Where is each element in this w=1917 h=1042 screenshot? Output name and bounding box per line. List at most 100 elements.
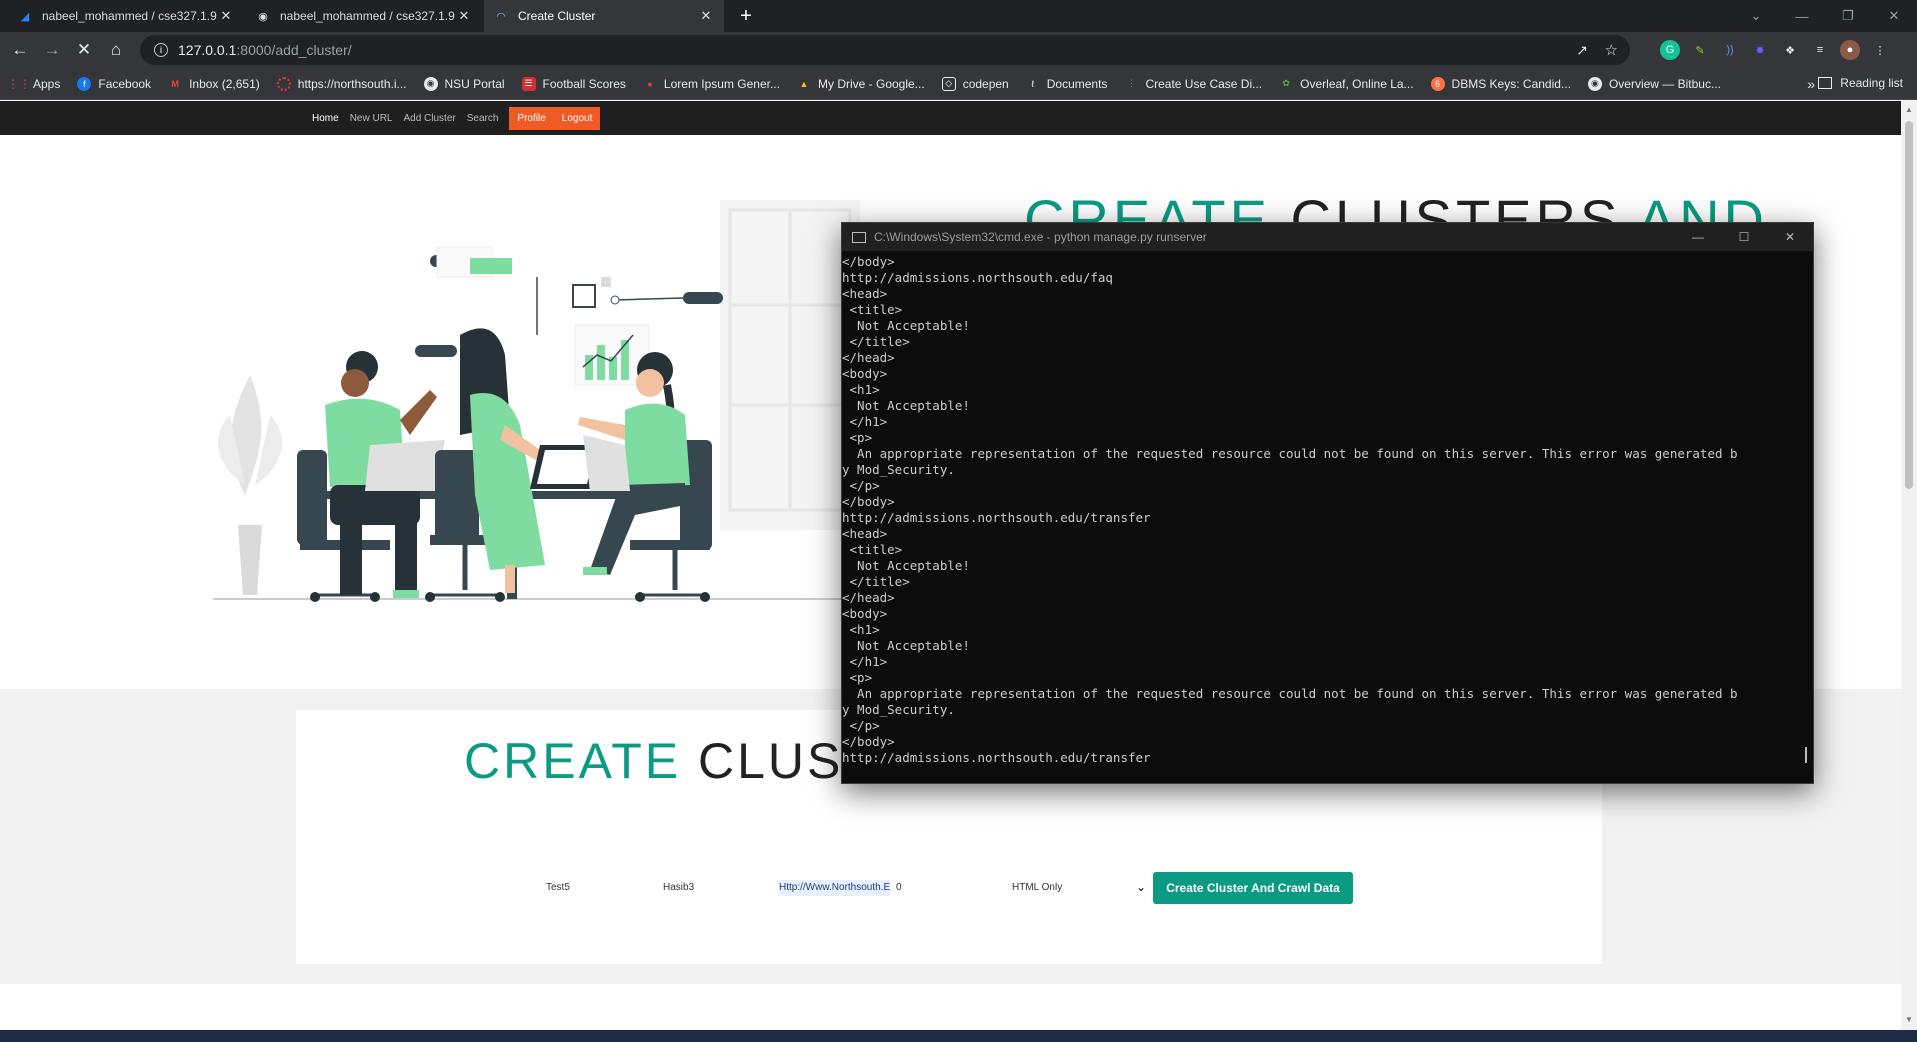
bookmark-label: My Drive - Google... (817, 76, 925, 91)
bookmark-documents[interactable]: ℓ Documents (1026, 76, 1108, 91)
gear-extension-icon[interactable]: ✸ (1750, 40, 1770, 60)
northsouth-icon (276, 76, 291, 91)
bookmark-label: Inbox (2,651) (189, 76, 260, 91)
nav-home-link[interactable]: Home (312, 113, 339, 124)
browser-toolbar: ← → ✕ ⌂ i 127.0.0.1:8000/add_cluster/ ↗ … (0, 32, 1917, 68)
new-tab-button[interactable]: + (733, 0, 759, 32)
tab-title: Create Cluster (518, 9, 596, 23)
cmd-window[interactable]: C:\Windows\System32\cmd.exe - python man… (841, 222, 1814, 784)
share-icon[interactable]: ↗ (1576, 42, 1588, 59)
reading-list-label: Reading list (1840, 76, 1903, 90)
bookmark-inbox[interactable]: M Inbox (2,651) (168, 76, 260, 91)
bookmark-drive[interactable]: ▲ My Drive - Google... (797, 77, 925, 91)
close-tab-icon[interactable]: ✕ (218, 8, 234, 24)
bookmark-usecase[interactable]: ⋮ Create Use Case Di... (1124, 77, 1262, 91)
media-control-icon[interactable]: ≡ (1810, 40, 1830, 60)
scroll-down-icon[interactable]: ▼ (1905, 1015, 1913, 1024)
url-input-selected-text[interactable]: Http://Www.Northsouth.E (779, 880, 891, 896)
url-input-trailing-text[interactable]: 0 (896, 880, 902, 896)
bookmark-apps[interactable]: ⋮⋮ Apps (7, 76, 60, 91)
pen-extension-icon[interactable]: ✎ (1690, 40, 1710, 60)
minimize-icon[interactable]: — (1779, 0, 1825, 32)
globe-icon: ◉ (423, 76, 438, 91)
bookmark-nsu-portal[interactable]: ◉ NSU Portal (423, 76, 505, 91)
restore-icon[interactable]: ❐ (1825, 0, 1871, 32)
scrollbar-thumb[interactable] (1905, 121, 1913, 489)
page-scrollbar[interactable]: ▲ ▼ (1901, 101, 1917, 1030)
bookmark-star-icon[interactable]: ☆ (1605, 41, 1618, 59)
scroll-up-icon[interactable]: ▲ (1905, 105, 1913, 114)
bookmark-dbms[interactable]: 6 DBMS Keys: Candid... (1430, 76, 1571, 91)
cmd-output-area[interactable]: </body> http://admissions.northsouth.edu… (842, 251, 1802, 783)
close-tab-icon[interactable]: ✕ (698, 8, 714, 24)
create-cluster-button[interactable]: Create Cluster And Crawl Data (1153, 872, 1353, 904)
home-icon[interactable]: ⌂ (104, 38, 128, 62)
nav-add-cluster-link[interactable]: Add Cluster (403, 113, 455, 124)
crawl-mode-select[interactable]: HTML Only ⌄ (1012, 874, 1146, 900)
loading-spinner-icon: ◠ (496, 10, 506, 23)
more-bookmarks-icon[interactable]: » (1807, 76, 1815, 92)
minimize-icon[interactable]: — (1675, 223, 1721, 251)
globe-icon: ◉ (1587, 76, 1602, 91)
nav-new-url-link[interactable]: New URL (350, 113, 393, 124)
address-bar[interactable]: i 127.0.0.1:8000/add_cluster/ ↗ ☆ (140, 35, 1630, 65)
bookmarks-bar: ⋮⋮ Apps f Facebook M Inbox (2,651) https://… (0, 68, 1917, 100)
menu-kebab-icon[interactable]: ⋮ (1870, 40, 1890, 60)
nav-search-link[interactable]: Search (467, 113, 499, 124)
reading-list-button[interactable]: Reading list (1818, 76, 1903, 90)
stop-loading-icon[interactable]: ✕ (72, 38, 96, 62)
extensions-puzzle-icon[interactable]: ❖ (1780, 40, 1800, 60)
apps-grid-icon: ⋮⋮ (7, 76, 31, 91)
close-window-icon[interactable]: ✕ (1871, 0, 1917, 32)
close-tab-icon[interactable]: ✕ (456, 8, 472, 24)
bookmark-overleaf[interactable]: ✿ Overleaf, Online La... (1279, 77, 1413, 91)
bookmark-football[interactable]: ☰ Football Scores (521, 76, 626, 91)
bookmark-label: NSU Portal (444, 76, 505, 91)
tab-strip: ◢ nabeel_mohammed / cse327.1.9 ✕ ◉ nabee… (0, 0, 1917, 32)
grammarly-icon[interactable]: G (1660, 40, 1680, 60)
bookmark-label: Overleaf, Online La... (1300, 76, 1414, 91)
forward-icon[interactable]: → (40, 38, 64, 62)
tab-create-cluster[interactable]: ◠ Create Cluster ✕ (484, 0, 724, 32)
nav-logout-button[interactable]: Logout (553, 106, 601, 130)
bookmark-codepen[interactable]: ◇ codepen (941, 76, 1009, 91)
bookmark-lorem[interactable]: ● Lorem Ipsum Gener... (643, 77, 780, 91)
back-icon[interactable]: ← (8, 38, 32, 62)
bookmark-northsouth[interactable]: https://northsouth.i... (276, 76, 407, 91)
documents-icon: ℓ (1031, 78, 1035, 89)
gmail-icon: M (171, 78, 179, 89)
bookmark-label: Lorem Ipsum Gener... (663, 76, 780, 91)
crawl-mode-value: HTML Only (1012, 881, 1063, 893)
audio-extension-icon[interactable]: )) (1720, 40, 1740, 60)
tab-title: nabeel_mohammed / cse327.1.9 (280, 9, 455, 23)
cmd-title-bar[interactable]: C:\Windows\System32\cmd.exe - python man… (842, 223, 1813, 251)
bookmark-facebook[interactable]: f Facebook (77, 76, 151, 91)
cmd-cursor (1805, 747, 1807, 763)
bookmark-label: Overview — Bitbuc... (1608, 76, 1721, 91)
profile-avatar-icon[interactable]: ● (1840, 40, 1860, 60)
site-navbar: Home New URL Add Cluster Search Profile … (0, 101, 1901, 135)
owner-name-input[interactable]: Hasib3 (663, 880, 694, 896)
lorem-ipsum-icon: ● (647, 78, 653, 89)
maximize-icon[interactable]: ☐ (1721, 223, 1767, 251)
cluster-name-input[interactable]: Test5 (546, 880, 570, 896)
cmd-output-text: </body> http://admissions.northsouth.edu… (842, 254, 1738, 765)
close-icon[interactable]: ✕ (1767, 223, 1813, 251)
tab-bitbucket-1[interactable]: ◢ nabeel_mohammed / cse327.1.9 ✕ (8, 0, 244, 32)
tab-title: nabeel_mohammed / cse327.1.9 (42, 9, 217, 23)
codepen-icon: ◇ (941, 76, 956, 91)
os-taskbar (0, 1030, 1917, 1042)
bookmark-bitbucket[interactable]: ◉ Overview — Bitbuc... (1587, 76, 1721, 91)
bookmark-label: Documents (1046, 76, 1108, 91)
tab-search-icon[interactable]: ⌄ (1733, 0, 1779, 32)
nav-profile-button[interactable]: Profile (509, 106, 554, 130)
cmd-title: C:\Windows\System32\cmd.exe - python man… (874, 230, 1207, 244)
cmd-window-controls: — ☐ ✕ (1675, 223, 1813, 251)
url-host: 127.0.0.1 (178, 42, 237, 58)
google-drive-icon: ▲ (799, 78, 809, 89)
site-info-icon[interactable]: i (154, 43, 168, 57)
tab-bitbucket-2[interactable]: ◉ nabeel_mohammed / cse327.1.9 ✕ (246, 0, 482, 32)
chevron-down-icon: ⌄ (1135, 880, 1146, 894)
bookmark-label: codepen (962, 76, 1009, 91)
overleaf-icon: ✿ (1282, 78, 1290, 88)
